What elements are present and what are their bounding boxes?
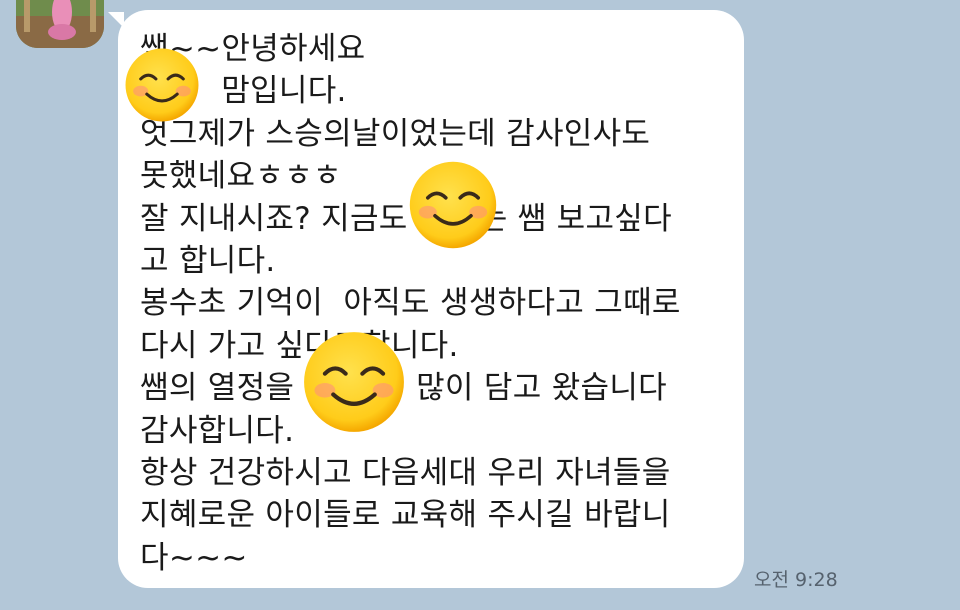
message-bubble[interactable]: 쌤~~안녕하세요 맘입니다. 엇그제가 스승의날이었는데 감사인사도 못했네요ㅎ… (118, 10, 744, 588)
message-line: 쌤~~안녕하세요 (140, 31, 366, 67)
avatar-photo (16, 0, 104, 48)
message-line: 쌤의 열정을 많이 담고 왔습니다 (140, 370, 667, 407)
smiling-face-emoji-icon (304, 332, 404, 432)
message-line: 엇그제가 스승의날이었는데 감사인사도 (140, 115, 651, 152)
smiling-face-emoji-icon (125, 48, 199, 122)
message-line: 지혜로운 아이들로 교육해 주시길 바랍니 (140, 497, 671, 534)
message-line: 감사합니다. (140, 412, 295, 449)
message-timestamp: 오전 9:28 (754, 569, 838, 591)
sender-avatar[interactable] (16, 0, 104, 48)
message-line: 항상 건강하시고 다음세대 우리 자녀들을 (140, 455, 671, 492)
message-line: 다시 가고 싶다고합니다. (140, 327, 459, 364)
message-line: 봉수초 기억이 아직도 생생하다고 그때로 (140, 285, 681, 322)
chat-area: 쌤~~안녕하세요 맘입니다. 엇그제가 스승의날이었는데 감사인사도 못했네요ㅎ… (0, 0, 960, 610)
message-line: 맘입니다. (140, 73, 347, 110)
message-line: 다~~~ (140, 539, 248, 576)
smiling-face-emoji-icon (409, 161, 497, 249)
